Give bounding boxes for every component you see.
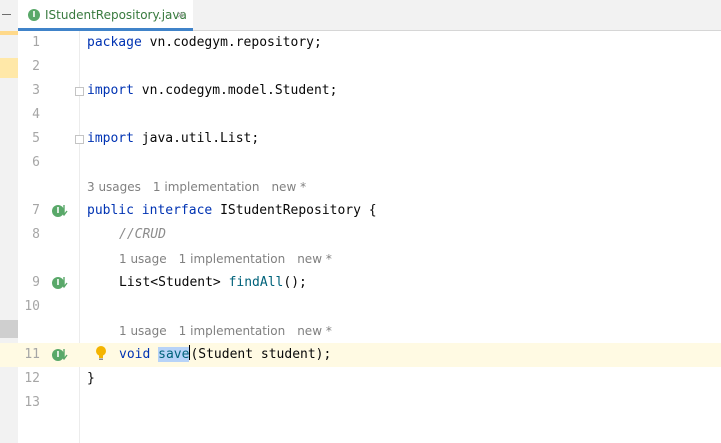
- keyword: interface: [133, 203, 213, 218]
- editor-accent: [0, 31, 18, 35]
- author-hint[interactable]: new *: [297, 252, 332, 266]
- current-line-highlight: [0, 343, 721, 367]
- code-line-12[interactable]: }: [87, 367, 95, 391]
- line-number: 3: [32, 83, 40, 98]
- collapse-icon[interactable]: [2, 14, 11, 15]
- code-line-5[interactable]: import java.util.List;: [87, 127, 259, 151]
- code-text: IStudentRepository {: [212, 203, 377, 218]
- author-hint[interactable]: new *: [271, 180, 306, 194]
- usages-hint[interactable]: 3 usages: [87, 180, 141, 194]
- code-text: List<Student>: [119, 275, 229, 290]
- keyword: public: [87, 203, 134, 218]
- code-text: ();: [283, 275, 307, 290]
- line-number: 4: [32, 107, 40, 122]
- line-number: 12: [24, 371, 40, 386]
- interface-icon: I: [28, 9, 40, 21]
- comment: //CRUD: [119, 227, 166, 242]
- usages-hint[interactable]: 1 usage: [119, 324, 167, 338]
- code-line-8[interactable]: //CRUD: [119, 223, 166, 247]
- line-number: 11: [24, 347, 40, 362]
- code-text: (Student student);: [190, 347, 332, 362]
- usages-hint[interactable]: 1 usage: [119, 252, 167, 266]
- line-number: 5: [32, 131, 40, 146]
- code-text: }: [87, 371, 95, 386]
- tab-istudentrepository[interactable]: I IStudentRepository.java ×: [18, 0, 193, 31]
- lightbulb-icon[interactable]: [95, 345, 107, 361]
- keyword: void: [119, 347, 151, 362]
- code-line-9[interactable]: List<Student> findAll();: [119, 271, 307, 295]
- line-number: 8: [32, 227, 40, 242]
- selected-method-name[interactable]: save: [158, 347, 190, 362]
- bookmark-marker: [0, 58, 18, 78]
- implemented-arrow-icon: [60, 205, 68, 217]
- author-hint[interactable]: new *: [297, 324, 332, 338]
- fold-icon[interactable]: [75, 87, 84, 96]
- left-tool-strip: [0, 0, 18, 443]
- inlay-hint-find-all[interactable]: 1 usage 1 implementation new *: [119, 247, 344, 271]
- code-text: java.util.List;: [133, 131, 260, 146]
- fold-icon[interactable]: [75, 135, 84, 144]
- keyword: package: [87, 35, 142, 50]
- line-number: 13: [24, 395, 40, 410]
- implementation-hint[interactable]: 1 implementation: [179, 252, 286, 266]
- line-number: 2: [32, 59, 40, 74]
- method-name: findAll: [228, 275, 284, 290]
- implemented-arrow-icon: [60, 349, 68, 361]
- code-text: vn.codegym.repository;: [141, 35, 322, 50]
- code-text: vn.codegym.model.Student;: [133, 83, 338, 98]
- implementation-hint[interactable]: 1 implementation: [153, 180, 260, 194]
- implemented-arrow-icon: [60, 277, 68, 289]
- line-number: 9: [32, 275, 40, 290]
- implementation-hint[interactable]: 1 implementation: [179, 324, 286, 338]
- inlay-hint-save[interactable]: 1 usage 1 implementation new *: [119, 319, 344, 343]
- tab-label: IStudentRepository.java: [45, 8, 187, 22]
- keyword: import: [87, 83, 134, 98]
- inlay-hint-interface[interactable]: 3 usages 1 implementation new *: [87, 175, 318, 199]
- code-line-11[interactable]: void save(Student student);: [119, 343, 331, 367]
- keyword: import: [87, 131, 134, 146]
- close-icon[interactable]: ×: [176, 8, 185, 21]
- line-number: 10: [24, 299, 40, 314]
- code-line-1[interactable]: package vn.codegym.repository;: [87, 31, 322, 55]
- editor-tab-bar: I IStudentRepository.java ×: [18, 0, 721, 31]
- line-number: 6: [32, 155, 40, 170]
- line-number: 1: [32, 35, 40, 50]
- code-line-3[interactable]: import vn.codegym.model.Student;: [87, 79, 337, 103]
- line-number: 7: [32, 203, 40, 218]
- code-line-7[interactable]: public interface IStudentRepository {: [87, 199, 377, 223]
- scroll-marker[interactable]: [0, 320, 18, 338]
